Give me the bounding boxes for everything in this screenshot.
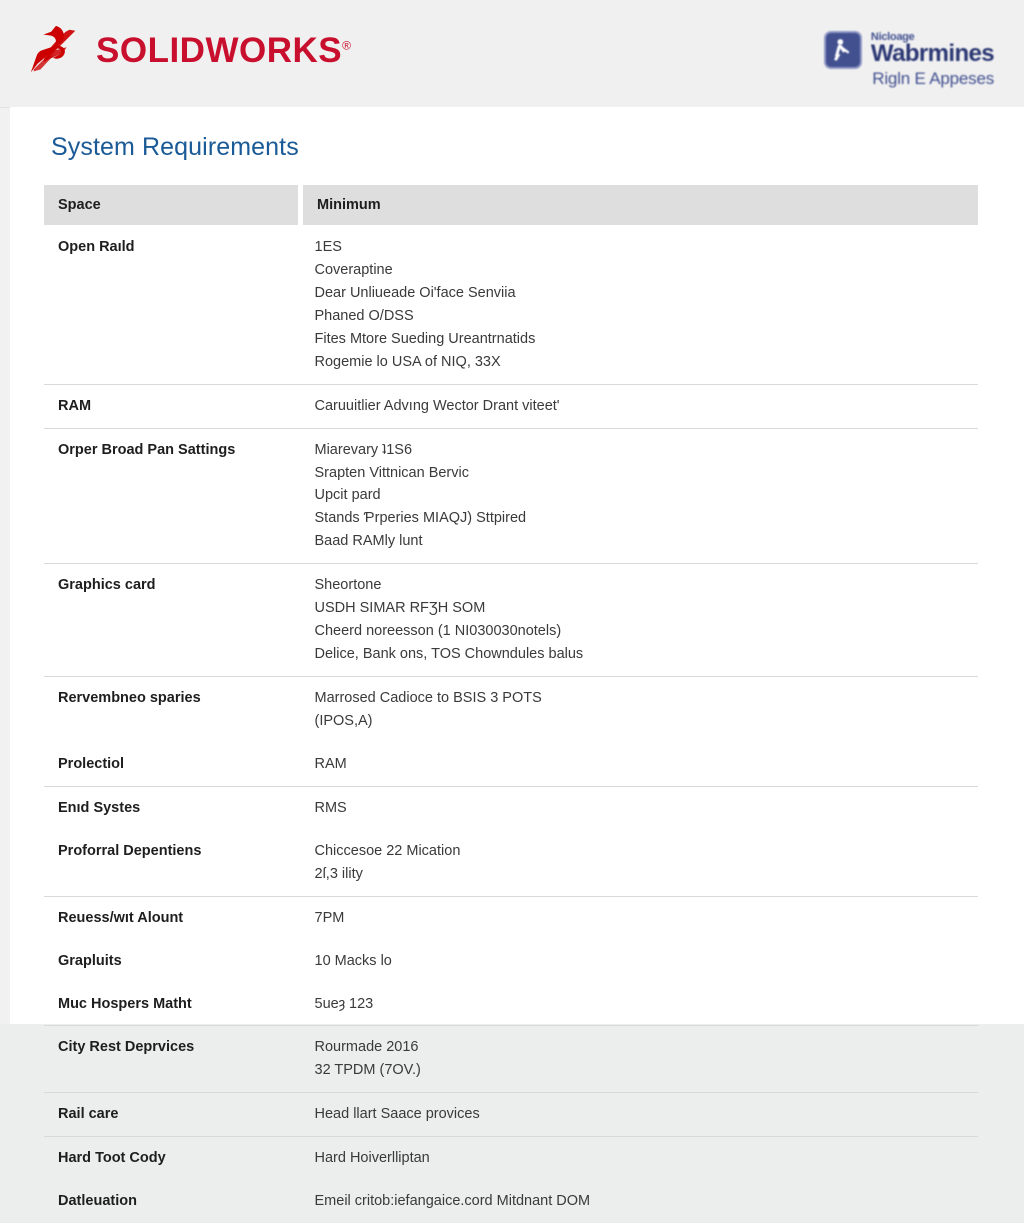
table-row: Enıd Systes RMS (44, 786, 978, 829)
value-line: Phaned O/DSS (315, 304, 979, 329)
value-line: Upcit pard (315, 483, 979, 508)
value-line: Fites Mtore Sueding Ureantrnatids (315, 327, 979, 352)
row-label: Proforral Depentiens (44, 830, 301, 896)
row-label: Graphics card (44, 564, 301, 677)
content-sheet: System Requirements Space Minimum Open R… (10, 107, 1024, 1024)
value-line: Hard Hoiverlliptan (315, 1146, 979, 1171)
row-value: Hard Hoiverlliptan (301, 1137, 979, 1180)
partner-line-big: Wabrmines (871, 41, 994, 66)
ds-swoosh-logo-icon (26, 24, 84, 76)
value-line: Dear Unliueade Oi'face Senviia (315, 281, 979, 306)
table-row: Reuess/wıt Alount 7PM (44, 896, 978, 939)
column-header-minimum: Minimum (301, 185, 979, 226)
value-line: Coveraptine (315, 258, 979, 283)
table-row: City Rest DeprvicesRourmade 201632 TPDM … (44, 1026, 978, 1093)
table-row: Hard Toot Cody Hard Hoiverlliptan (44, 1137, 978, 1180)
value-line: 32 TPDM (7OV.) (315, 1058, 979, 1083)
value-line: Caruuitlier Advıng Wector Drant viteet' (315, 394, 979, 419)
row-value: 1ESCoveraptineDear Unliueade Oi'face Sen… (301, 226, 979, 385)
value-line: Srapten Vittnican Bervic (315, 461, 979, 486)
row-label: Rail care (44, 1093, 301, 1137)
system-requirements-table: Space Minimum Open Raıld1ESCoveraptineDe… (44, 185, 978, 1223)
value-line: Baad RAMly lunt (315, 529, 979, 554)
value-line: 10 Macks lo (315, 949, 979, 974)
value-line: 7PM (315, 906, 979, 931)
table-row: Prolectiol RAM (44, 743, 978, 786)
row-value: RAM (301, 743, 979, 786)
row-label: City Rest Deprvices (44, 1026, 301, 1093)
value-line: Marrosed Cadioce to BSIS 3 POTS (315, 686, 979, 711)
value-line: Chiccesoe 22 Mication (315, 839, 979, 864)
row-value: SheortoneUSDH SIMAR RFƷH SOMCheerd noree… (301, 564, 979, 677)
value-line: Emeil critob:iefangaice.cord Mitdnant DO… (315, 1189, 979, 1214)
row-value: Caruuitlier Advıng Wector Drant viteet' (301, 384, 979, 428)
partner-badge-icon (824, 31, 862, 69)
table-row: Muc Hospers Matht 5ueȝ 123 (44, 983, 978, 1026)
value-line: 5ueȝ 123 (315, 992, 979, 1017)
value-line: Rourmade 2016 (315, 1035, 979, 1060)
value-line: Delice, Bank ons, TOS Chowndules balus (315, 642, 979, 667)
brand-name-text: SOLIDWORKS (96, 31, 342, 70)
table-row: RAM Caruuitlier Advıng Wector Drant vitee… (44, 384, 978, 428)
row-value: Rourmade 201632 TPDM (7OV.) (301, 1026, 979, 1093)
row-value: 5ueȝ 123 (301, 983, 979, 1026)
value-line: (IPOS,A) (315, 709, 979, 734)
table-body: Open Raıld1ESCoveraptineDear Unliueade O… (44, 226, 978, 1223)
page-title: System Requirements (51, 133, 299, 162)
row-value: Emeil critob:iefangaice.cord Mitdnant DO… (301, 1180, 979, 1223)
row-value: Marrosed Cadioce to BSIS 3 POTS(IPOS,A) (301, 677, 979, 743)
value-line: Rogemie lo USA of NIQ, 33X (315, 350, 979, 375)
row-label: Grapluits (44, 940, 301, 983)
value-line: Cheerd noreesson (1 NI030030notels) (315, 619, 979, 644)
table-row: Rail care Head llart Saace provices (44, 1093, 978, 1137)
registered-mark: ® (342, 38, 351, 52)
row-value: Chiccesoe 22 Mication2ſ,3 ility (301, 830, 979, 896)
partner-logo: Nicloage Wabrmines Rigln E Appeses (824, 28, 994, 88)
solidworks-brand-logo: SOLIDWORKS® (26, 24, 351, 76)
row-label: RAM (44, 384, 301, 428)
table-row: Proforral DepentiensChiccesoe 22 Micatio… (44, 830, 978, 896)
table-row: Open Raıld1ESCoveraptineDear Unliueade O… (44, 226, 978, 385)
row-label: Datleuation (44, 1180, 301, 1223)
table-header-row: Space Minimum (44, 185, 978, 226)
value-line: USDH SIMAR RFƷH SOM (315, 596, 979, 621)
row-value: 7PM (301, 896, 979, 939)
row-label: Prolectiol (44, 743, 301, 786)
table-header: Space Minimum (44, 185, 978, 226)
row-label: Open Raıld (44, 226, 301, 385)
table-row: Graphics cardSheortoneUSDH SIMAR RFƷH SO… (44, 564, 978, 677)
row-label: Rervembneo sparies (44, 677, 301, 743)
table-row: Rervembneo spariesMarrosed Cadioce to BS… (44, 677, 978, 743)
row-label: Orper Broad Pan Sattings (44, 428, 301, 564)
value-line: Miarevary ʇ1S6 (315, 438, 979, 463)
value-line: RMS (315, 796, 979, 821)
partner-text-block: Nicloage Wabrmines Rigln E Appeses (871, 28, 994, 88)
column-header-space: Space (44, 185, 301, 226)
value-line: Stands Ƥrperies MIAQJ) Sttpired (315, 506, 979, 531)
row-value: Head llart Saace provices (301, 1093, 979, 1137)
value-line: RAM (315, 752, 979, 777)
row-value: Miarevary ʇ1S6Srapten Vittnican BervicUp… (301, 428, 979, 564)
system-requirements-page: SOLIDWORKS® Nicloage Wabrmines Rigln E A… (0, 0, 1024, 1024)
table-row: Orper Broad Pan SattingsMiarevary ʇ1S6Sr… (44, 428, 978, 564)
value-line: 2ſ,3 ility (315, 862, 979, 887)
row-label: Hard Toot Cody (44, 1137, 301, 1180)
table-row: Grapluits 10 Macks lo (44, 940, 978, 983)
row-value: 10 Macks lo (301, 940, 979, 983)
brand-wordmark: SOLIDWORKS® (96, 33, 351, 68)
value-line: Sheortone (315, 573, 979, 598)
value-line: 1ES (315, 235, 979, 260)
table-row: Datleuation Emeil critob:iefangaice.cord … (44, 1180, 978, 1223)
row-label: Muc Hospers Matht (44, 983, 301, 1026)
value-line: Head llart Saace provices (315, 1102, 979, 1127)
brand-header-bar: SOLIDWORKS® Nicloage Wabrmines Rigln E A… (0, 0, 1024, 108)
row-value: RMS (301, 786, 979, 829)
row-label: Enıd Systes (44, 786, 301, 829)
row-label: Reuess/wıt Alount (44, 896, 301, 939)
partner-line-sub: Rigln E Appeses (871, 70, 994, 88)
